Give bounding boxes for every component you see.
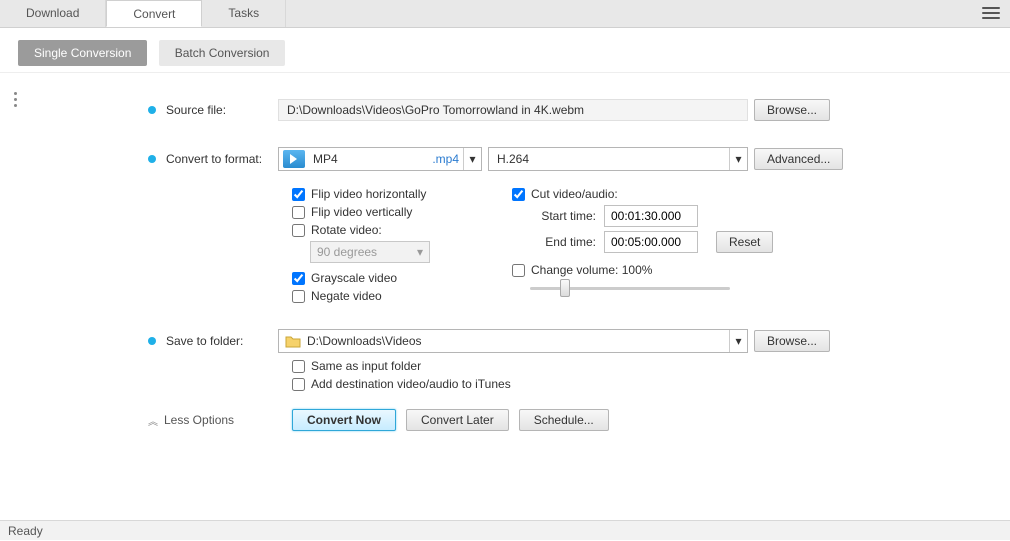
label-grayscale: Grayscale video [311, 271, 397, 285]
less-options-toggle[interactable]: ︽ Less Options [148, 413, 292, 428]
tab-download[interactable]: Download [0, 0, 106, 27]
hamburger-menu-icon[interactable] [982, 4, 1000, 22]
advanced-button[interactable]: Advanced... [754, 148, 843, 170]
label-rotate: Rotate video: [311, 223, 382, 237]
checkbox-flip-vertical[interactable]: Flip video vertically [292, 205, 512, 219]
browse-save-button[interactable]: Browse... [754, 330, 830, 352]
codec-name: H.264 [489, 152, 729, 166]
tab-batch-conversion[interactable]: Batch Conversion [159, 40, 286, 66]
label-source-file: Source file: [166, 103, 226, 117]
label-start-time: Start time: [530, 209, 596, 223]
tab-single-conversion[interactable]: Single Conversion [18, 40, 147, 66]
save-folder-path: D:\Downloads\Videos [307, 334, 729, 348]
conversion-mode-bar: Single Conversion Batch Conversion [0, 28, 1010, 73]
convert-later-button[interactable]: Convert Later [406, 409, 509, 431]
format-extension: .mp4 [432, 152, 463, 166]
status-text: Ready [8, 524, 43, 538]
convert-now-button[interactable]: Convert Now [292, 409, 396, 431]
video-format-icon [283, 150, 305, 168]
main-tabbar: Download Convert Tasks [0, 0, 1010, 28]
status-bar: Ready [0, 520, 1010, 540]
tab-convert[interactable]: Convert [106, 0, 202, 27]
chevron-up-icon: ︽ [148, 413, 158, 428]
bullet-icon [148, 106, 156, 114]
label-end-time: End time: [530, 235, 596, 249]
chevron-down-icon: ▾ [417, 245, 423, 259]
checkbox-negate[interactable]: Negate video [292, 289, 512, 303]
checkbox-cut[interactable]: Cut video/audio: [512, 187, 872, 201]
label-add-itunes: Add destination video/audio to iTunes [311, 377, 511, 391]
checkbox-same-folder[interactable]: Same as input folder [292, 359, 992, 373]
checkbox-add-itunes[interactable]: Add destination video/audio to iTunes [292, 377, 992, 391]
checkbox-flip-horizontal[interactable]: Flip video horizontally [292, 187, 512, 201]
chevron-down-icon[interactable]: ▾ [729, 330, 747, 352]
form-area: Source file: D:\Downloads\Videos\GoPro T… [0, 73, 1010, 441]
source-file-display: D:\Downloads\Videos\GoPro Tomorrowland i… [278, 99, 748, 121]
checkbox-rotate[interactable]: Rotate video: [292, 223, 512, 237]
folder-icon [285, 334, 301, 348]
checkbox-grayscale[interactable]: Grayscale video [292, 271, 512, 285]
bullet-icon [148, 155, 156, 163]
label-change-volume: Change volume: 100% [531, 263, 652, 277]
rotate-degrees-select: 90 degrees ▾ [310, 241, 430, 263]
label-cut: Cut video/audio: [531, 187, 618, 201]
volume-slider[interactable] [530, 287, 730, 290]
bullet-icon [148, 337, 156, 345]
browse-source-button[interactable]: Browse... [754, 99, 830, 121]
reset-button[interactable]: Reset [716, 231, 773, 253]
format-select[interactable]: MP4 .mp4 ▾ [278, 147, 482, 171]
chevron-down-icon[interactable]: ▾ [463, 148, 481, 170]
start-time-input[interactable] [604, 205, 698, 227]
end-time-input[interactable] [604, 231, 698, 253]
chevron-down-icon[interactable]: ▾ [729, 148, 747, 170]
save-folder-select[interactable]: D:\Downloads\Videos ▾ [278, 329, 748, 353]
tab-tasks[interactable]: Tasks [202, 0, 286, 27]
rotate-value: 90 degrees [317, 245, 377, 259]
label-negate: Negate video [311, 289, 382, 303]
slider-thumb-icon[interactable] [560, 279, 570, 297]
drag-handle-icon[interactable] [14, 89, 17, 110]
format-name: MP4 [309, 152, 432, 166]
schedule-button[interactable]: Schedule... [519, 409, 609, 431]
checkbox-change-volume[interactable]: Change volume: 100% [512, 263, 872, 277]
label-less-options: Less Options [164, 413, 234, 427]
label-flip-horizontal: Flip video horizontally [311, 187, 426, 201]
label-same-folder: Same as input folder [311, 359, 421, 373]
label-save-folder: Save to folder: [166, 334, 243, 348]
codec-select[interactable]: H.264 ▾ [488, 147, 748, 171]
label-flip-vertical: Flip video vertically [311, 205, 412, 219]
label-convert-format: Convert to format: [166, 152, 262, 166]
